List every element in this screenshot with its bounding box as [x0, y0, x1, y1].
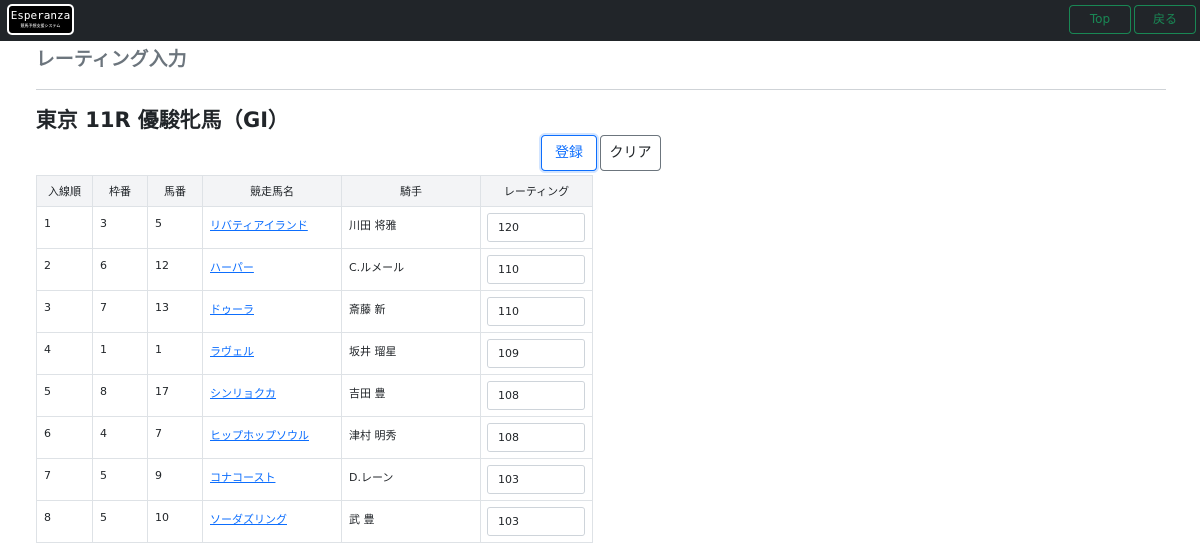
horse-name-cell: ハーパー: [202, 248, 342, 291]
horse-name-cell: リバティアイランド: [202, 206, 342, 249]
frame-number: 5: [92, 458, 148, 501]
frame-number: 3: [92, 206, 148, 249]
rating-cell: [480, 416, 593, 459]
jockey-name: C.ルメール: [341, 248, 481, 291]
frame-number: 5: [92, 500, 148, 543]
rating-input[interactable]: [487, 507, 585, 536]
jockey-name: 津村 明秀: [341, 416, 481, 459]
horse-name-link[interactable]: シンリョクカ: [210, 387, 276, 400]
logo-text: Esperanza: [10, 9, 71, 22]
navbar: Esperanza 競馬予想支援システム Top 戻る: [0, 0, 1200, 41]
finish-order: 2: [36, 248, 93, 291]
rating-input[interactable]: [487, 213, 585, 242]
back-button[interactable]: 戻る: [1134, 5, 1196, 34]
finish-order: 8: [36, 500, 93, 543]
frame-number: 7: [92, 290, 148, 333]
header-rating: レーティング: [480, 175, 593, 207]
jockey-name: 坂井 瑠星: [341, 332, 481, 375]
jockey-name: 吉田 豊: [341, 374, 481, 417]
frame-number: 4: [92, 416, 148, 459]
horse-number: 5: [147, 206, 203, 249]
horse-name-cell: ラヴェル: [202, 332, 342, 375]
horse-name-cell: ソーダズリング: [202, 500, 342, 543]
horse-number: 10: [147, 500, 203, 543]
horse-number: 17: [147, 374, 203, 417]
horse-name-cell: コナコースト: [202, 458, 342, 501]
horse-name-link[interactable]: ハーパー: [210, 261, 254, 274]
finish-order: 5: [36, 374, 93, 417]
top-button[interactable]: Top: [1069, 5, 1131, 34]
register-button[interactable]: 登録: [541, 135, 597, 171]
rating-table: 入線順 枠番 馬番 競走馬名 騎手 レーティング 1 3 5 リバティアイランド…: [36, 175, 593, 543]
horse-number: 13: [147, 290, 203, 333]
esperanza-logo[interactable]: Esperanza 競馬予想支援システム: [7, 4, 74, 35]
header-horse-number: 馬番: [147, 175, 203, 207]
rating-cell: [480, 290, 593, 333]
horse-name-link[interactable]: ソーダズリング: [210, 513, 287, 526]
header-finish-order: 入線順: [36, 175, 93, 207]
rating-cell: [480, 374, 593, 417]
rating-input[interactable]: [487, 465, 585, 494]
rating-cell: [480, 332, 593, 375]
finish-order: 3: [36, 290, 93, 333]
rating-cell: [480, 500, 593, 543]
jockey-name: 武 豊: [341, 500, 481, 543]
horse-name-cell: ヒップホップソウル: [202, 416, 342, 459]
header-jockey: 騎手: [341, 175, 481, 207]
table-row: 8 5 10 ソーダズリング 武 豊: [36, 500, 593, 543]
rating-input[interactable]: [487, 381, 585, 410]
race-title: 東京 11R 優駿牝馬（GI）: [36, 108, 290, 132]
rating-input[interactable]: [487, 339, 585, 368]
frame-number: 1: [92, 332, 148, 375]
horse-name-cell: シンリョクカ: [202, 374, 342, 417]
page-title: レーティング入力: [36, 48, 187, 70]
horse-number: 9: [147, 458, 203, 501]
finish-order: 7: [36, 458, 93, 501]
horse-name-link[interactable]: コナコースト: [210, 471, 275, 484]
clear-button[interactable]: クリア: [600, 135, 661, 171]
table-header-row: 入線順 枠番 馬番 競走馬名 騎手 レーティング: [36, 175, 593, 207]
horse-number: 7: [147, 416, 203, 459]
header-horse-name: 競走馬名: [202, 175, 342, 207]
rating-input[interactable]: [487, 255, 585, 284]
rating-cell: [480, 458, 593, 501]
rating-input[interactable]: [487, 423, 585, 452]
title-divider: [36, 89, 1166, 90]
horse-name-cell: ドゥーラ: [202, 290, 342, 333]
finish-order: 4: [36, 332, 93, 375]
horse-name-link[interactable]: ドゥーラ: [210, 303, 254, 316]
rating-cell: [480, 206, 593, 249]
rating-cell: [480, 248, 593, 291]
finish-order: 6: [36, 416, 93, 459]
logo-subtitle: 競馬予想支援システム: [20, 23, 61, 28]
table-row: 7 5 9 コナコースト D.レーン: [36, 458, 593, 501]
frame-number: 6: [92, 248, 148, 291]
horse-name-link[interactable]: ラヴェル: [210, 345, 254, 358]
horse-number: 12: [147, 248, 203, 291]
header-frame-number: 枠番: [92, 175, 148, 207]
horse-number: 1: [147, 332, 203, 375]
horse-name-link[interactable]: リバティアイランド: [210, 219, 308, 232]
table-row: 2 6 12 ハーパー C.ルメール: [36, 248, 593, 291]
table-row: 1 3 5 リバティアイランド 川田 将雅: [36, 206, 593, 249]
table-row: 3 7 13 ドゥーラ 斎藤 新: [36, 290, 593, 333]
rating-input[interactable]: [487, 297, 585, 326]
table-row: 4 1 1 ラヴェル 坂井 瑠星: [36, 332, 593, 375]
finish-order: 1: [36, 206, 93, 249]
jockey-name: 川田 将雅: [341, 206, 481, 249]
jockey-name: 斎藤 新: [341, 290, 481, 333]
table-row: 5 8 17 シンリョクカ 吉田 豊: [36, 374, 593, 417]
frame-number: 8: [92, 374, 148, 417]
jockey-name: D.レーン: [341, 458, 481, 501]
horse-name-link[interactable]: ヒップホップソウル: [210, 429, 309, 442]
table-row: 6 4 7 ヒップホップソウル 津村 明秀: [36, 416, 593, 459]
